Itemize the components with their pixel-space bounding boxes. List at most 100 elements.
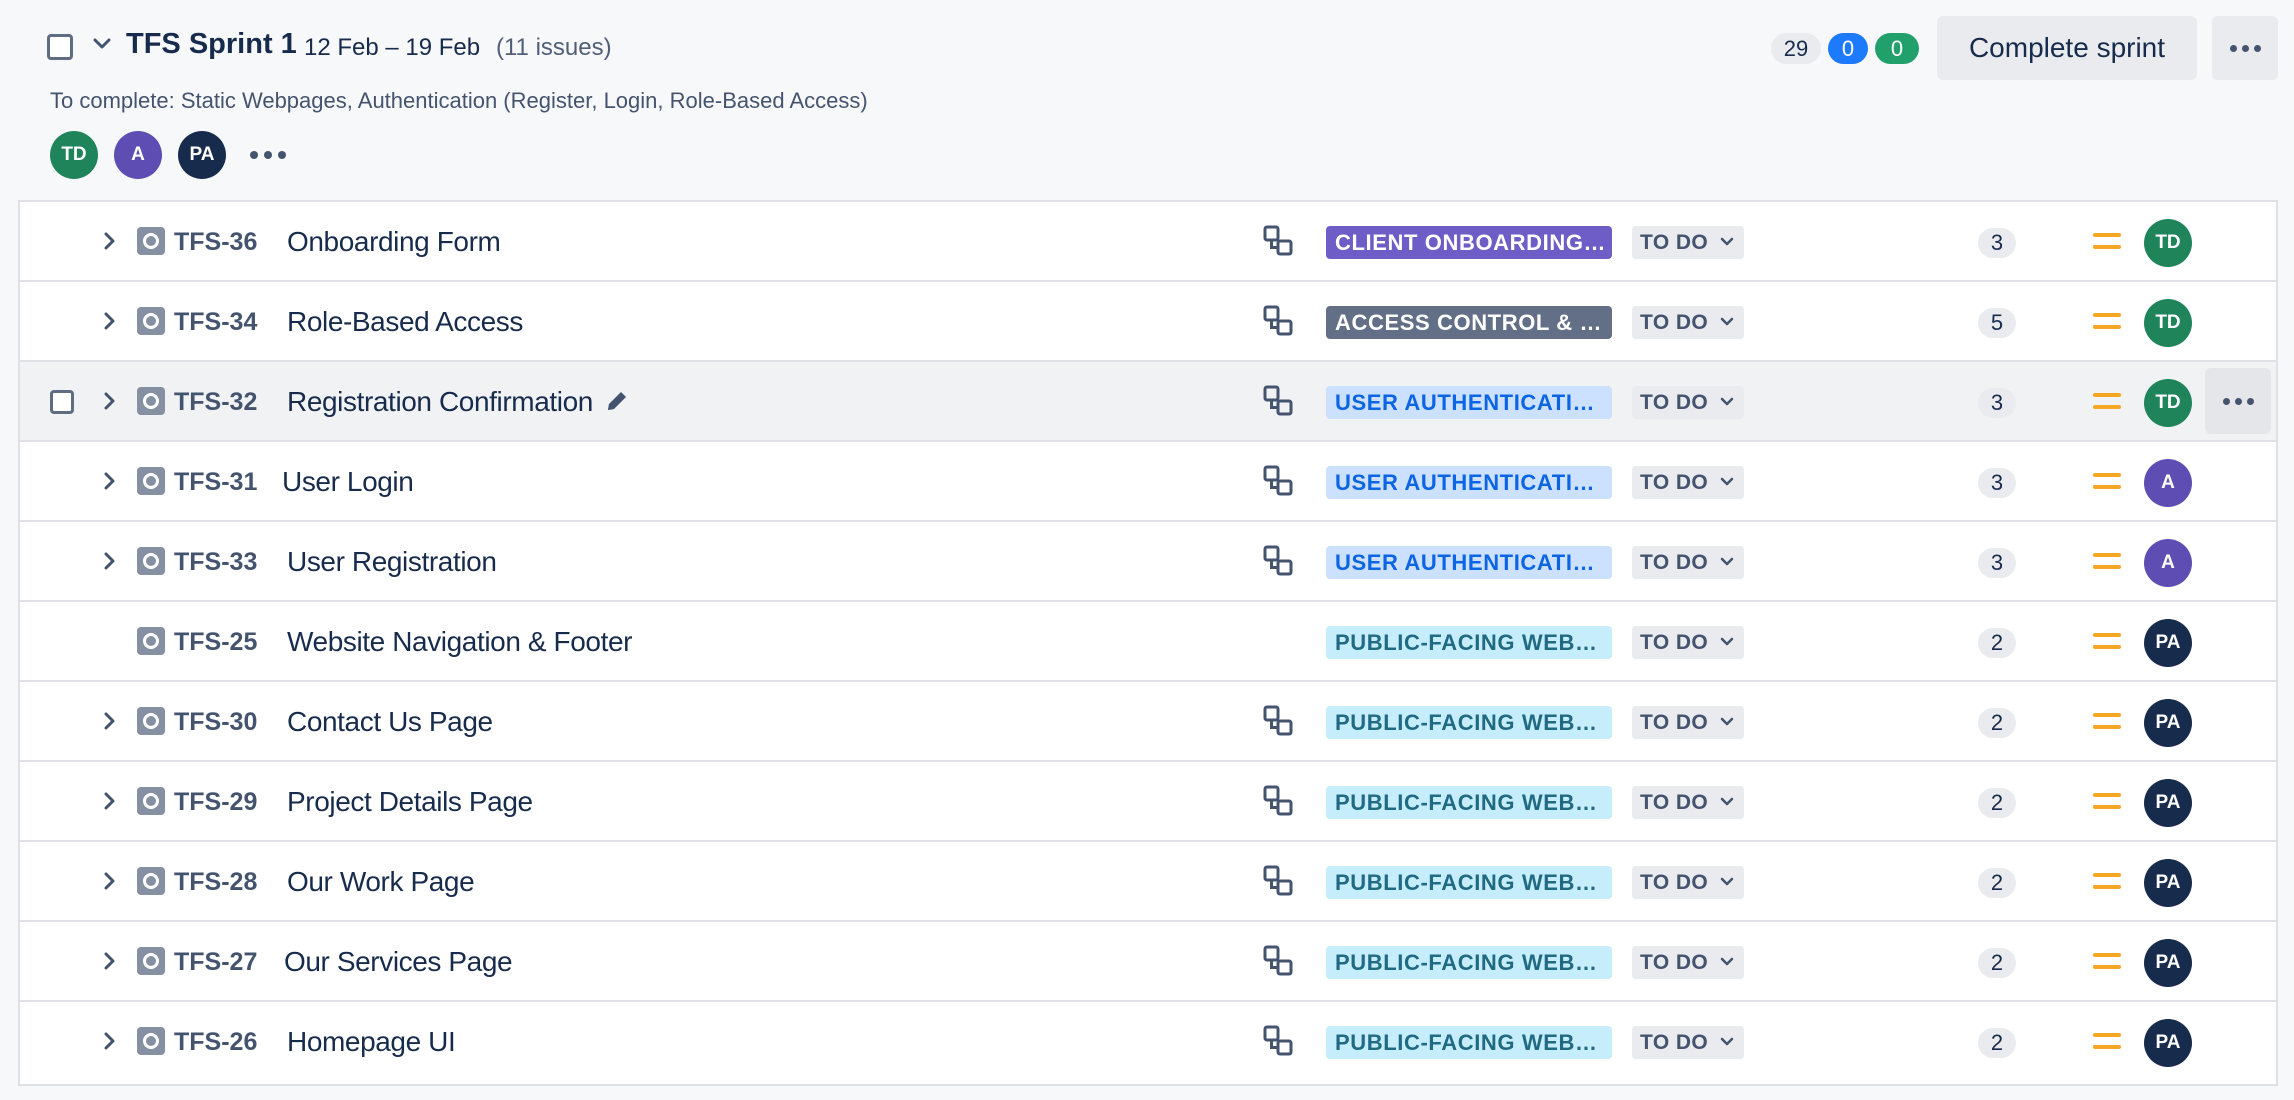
assignee-avatar[interactable]: PA	[2144, 779, 2192, 827]
chevron-down-icon[interactable]	[90, 32, 114, 56]
story-points-badge[interactable]: 3	[1978, 468, 2016, 498]
assignee-avatar[interactable]: PA	[2144, 699, 2192, 747]
sprint-more-actions-button[interactable]	[2212, 16, 2278, 80]
issue-key[interactable]: TFS-31	[174, 468, 257, 497]
chevron-right-icon[interactable]	[98, 710, 120, 732]
assignee-avatar[interactable]: PA	[2144, 619, 2192, 667]
issue-key[interactable]: TFS-32	[174, 388, 257, 417]
assignee-avatar[interactable]: A	[2144, 459, 2192, 507]
story-points-badge[interactable]: 2	[1978, 948, 2016, 978]
issue-summary[interactable]: Project Details Page	[287, 786, 533, 818]
issue-summary[interactable]: Registration Confirmation	[287, 386, 593, 418]
chevron-right-icon[interactable]	[98, 950, 120, 972]
issue-more-actions-button[interactable]	[2205, 368, 2271, 434]
status-dropdown[interactable]: TO DO	[1632, 546, 1744, 579]
issue-key[interactable]: TFS-30	[174, 708, 257, 737]
status-dropdown[interactable]: TO DO	[1632, 626, 1744, 659]
chevron-right-icon[interactable]	[98, 790, 120, 812]
assignee-filter-avatar[interactable]: A	[114, 131, 162, 179]
story-points-badge[interactable]: 3	[1978, 548, 2016, 578]
issue-row[interactable]: TFS-27 Our Services Page PUBLIC-FACING WEB…	[20, 922, 2276, 1002]
status-dropdown[interactable]: TO DO	[1632, 866, 1744, 899]
epic-lozenge[interactable]: PUBLIC-FACING WEB…	[1326, 706, 1612, 739]
status-label: TO DO	[1640, 471, 1709, 494]
issue-summary[interactable]: Contact Us Page	[287, 706, 493, 738]
issue-row[interactable]: TFS-36 Onboarding Form CLIENT ONBOARDING… T…	[20, 202, 2276, 282]
epic-lozenge[interactable]: PUBLIC-FACING WEB…	[1326, 626, 1612, 659]
issue-key[interactable]: TFS-36	[174, 228, 257, 257]
epic-lozenge[interactable]: PUBLIC-FACING WEB…	[1326, 866, 1612, 899]
assignee-avatar[interactable]: A	[2144, 539, 2192, 587]
issue-summary[interactable]: User Login	[282, 466, 414, 498]
issue-summary[interactable]: Role-Based Access	[287, 306, 523, 338]
issue-row[interactable]: TFS-34 Role-Based Access ACCESS CONTROL & …	[20, 282, 2276, 362]
issue-row[interactable]: TFS-26 Homepage UI PUBLIC-FACING WEB… TO DO…	[20, 1002, 2276, 1082]
issue-summary[interactable]: Website Navigation & Footer	[287, 626, 632, 658]
status-dropdown[interactable]: TO DO	[1632, 386, 1744, 419]
status-dropdown[interactable]: TO DO	[1632, 1026, 1744, 1059]
chevron-right-icon[interactable]	[98, 390, 120, 412]
issue-summary[interactable]: Our Services Page	[284, 946, 513, 978]
assignee-avatar[interactable]: PA	[2144, 939, 2192, 987]
issue-key[interactable]: TFS-33	[174, 548, 257, 577]
assignee-avatar[interactable]: TD	[2144, 219, 2192, 267]
chevron-right-icon[interactable]	[98, 230, 120, 252]
issue-summary[interactable]: User Registration	[287, 546, 497, 578]
status-dropdown[interactable]: TO DO	[1632, 946, 1744, 979]
issue-summary[interactable]: Homepage UI	[287, 1026, 456, 1058]
assignee-filter-avatar[interactable]: TD	[50, 131, 98, 179]
issue-key[interactable]: TFS-25	[174, 628, 257, 657]
assignee-avatar[interactable]: PA	[2144, 859, 2192, 907]
issue-key[interactable]: TFS-34	[174, 308, 257, 337]
status-dropdown[interactable]: TO DO	[1632, 706, 1744, 739]
task-type-icon	[137, 627, 165, 655]
epic-lozenge[interactable]: CLIENT ONBOARDING…	[1326, 226, 1612, 259]
story-points-badge[interactable]: 3	[1978, 228, 2016, 258]
issue-row[interactable]: TFS-33 User Registration USER AUTHENTICATI…	[20, 522, 2276, 602]
epic-lozenge[interactable]: ACCESS CONTROL & …	[1326, 306, 1612, 339]
chevron-right-icon[interactable]	[98, 550, 120, 572]
story-points-badge[interactable]: 3	[1978, 388, 2016, 418]
epic-lozenge[interactable]: PUBLIC-FACING WEB…	[1326, 946, 1612, 979]
chevron-right-icon[interactable]	[98, 870, 120, 892]
assignee-filter-avatar[interactable]: PA	[178, 131, 226, 179]
epic-lozenge[interactable]: USER AUTHENTICATI…	[1326, 386, 1612, 419]
more-assignees-icon[interactable]	[250, 151, 286, 159]
pencil-icon[interactable]	[604, 388, 630, 414]
assignee-avatar[interactable]: TD	[2144, 299, 2192, 347]
epic-lozenge[interactable]: PUBLIC-FACING WEB…	[1326, 786, 1612, 819]
status-dropdown[interactable]: TO DO	[1632, 306, 1744, 339]
chevron-right-icon[interactable]	[98, 310, 120, 332]
issue-select-checkbox[interactable]	[50, 390, 74, 414]
issue-key[interactable]: TFS-28	[174, 868, 257, 897]
status-dropdown[interactable]: TO DO	[1632, 466, 1744, 499]
assignee-avatar[interactable]: PA	[2144, 1019, 2192, 1067]
story-points-badge[interactable]: 2	[1978, 868, 2016, 898]
story-points-badge[interactable]: 2	[1978, 788, 2016, 818]
issue-summary[interactable]: Our Work Page	[287, 866, 475, 898]
epic-lozenge[interactable]: USER AUTHENTICATI…	[1326, 546, 1612, 579]
chevron-right-icon[interactable]	[98, 470, 120, 492]
issue-key[interactable]: TFS-27	[174, 948, 257, 977]
issue-key[interactable]: TFS-26	[174, 1028, 257, 1057]
issue-row[interactable]: TFS-29 Project Details Page PUBLIC-FACING …	[20, 762, 2276, 842]
epic-lozenge[interactable]: USER AUTHENTICATI…	[1326, 466, 1612, 499]
issue-key[interactable]: TFS-29	[174, 788, 257, 817]
story-points-badge[interactable]: 2	[1978, 708, 2016, 738]
issue-summary[interactable]: Onboarding Form	[287, 226, 501, 258]
epic-lozenge[interactable]: PUBLIC-FACING WEB…	[1326, 1026, 1612, 1059]
story-points-badge[interactable]: 2	[1978, 628, 2016, 658]
issue-row[interactable]: TFS-30 Contact Us Page PUBLIC-FACING WEB… T…	[20, 682, 2276, 762]
story-points-badge[interactable]: 5	[1978, 308, 2016, 338]
status-dropdown[interactable]: TO DO	[1632, 226, 1744, 259]
issue-row[interactable]: TFS-32 Registration Confirmation USER AUTH…	[20, 362, 2276, 442]
status-dropdown[interactable]: TO DO	[1632, 786, 1744, 819]
issue-row[interactable]: TFS-31 User Login USER AUTHENTICATI… TO DO 3…	[20, 442, 2276, 522]
complete-sprint-button[interactable]: Complete sprint	[1937, 16, 2197, 80]
chevron-right-icon[interactable]	[98, 1030, 120, 1052]
issue-row[interactable]: TFS-25 Website Navigation & Footer PUBLIC-…	[20, 602, 2276, 682]
issue-row[interactable]: TFS-28 Our Work Page PUBLIC-FACING WEB… TO …	[20, 842, 2276, 922]
assignee-avatar[interactable]: TD	[2144, 379, 2192, 427]
story-points-badge[interactable]: 2	[1978, 1028, 2016, 1058]
sprint-select-checkbox[interactable]	[47, 34, 73, 60]
